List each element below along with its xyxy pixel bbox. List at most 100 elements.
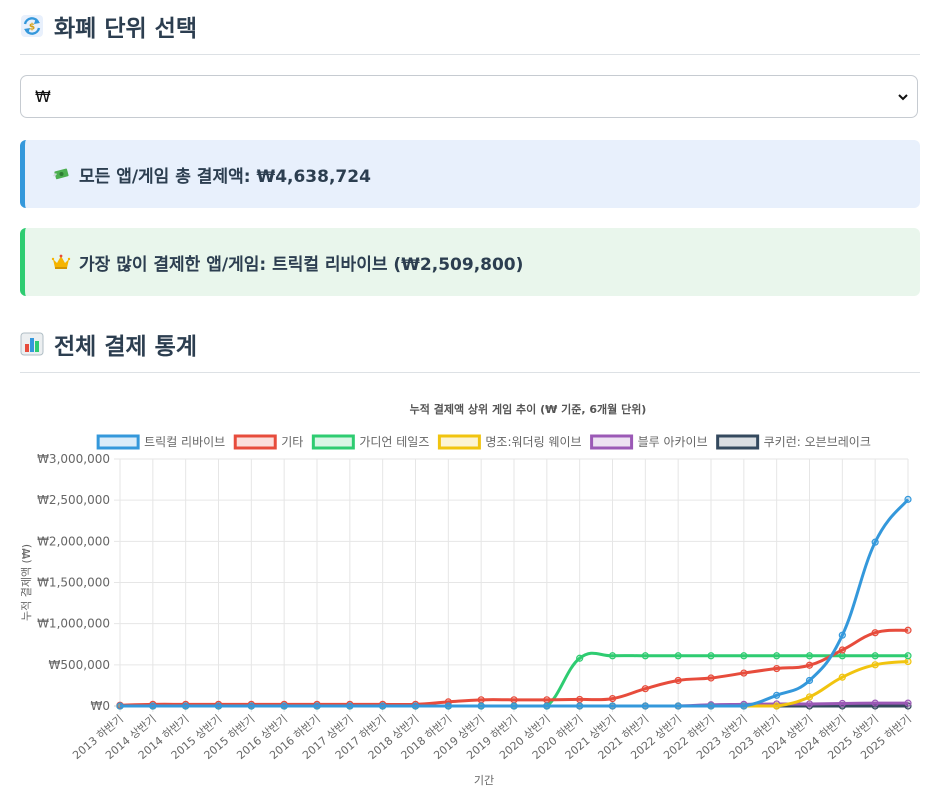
legend-label: 가디언 테일즈 (359, 435, 429, 449)
data-point (904, 626, 912, 634)
total-payment-text: 모든 앱/게임 총 결제액: ₩4,638,724 (79, 166, 371, 187)
data-point (576, 702, 584, 710)
data-point (280, 702, 288, 710)
data-point (214, 702, 223, 710)
data-point (773, 652, 781, 660)
data-point (116, 702, 124, 710)
data-point (477, 702, 485, 710)
money-wings-icon (53, 168, 69, 180)
data-point (641, 702, 649, 710)
data-point (904, 699, 912, 707)
data-point (707, 652, 715, 660)
data-point (674, 652, 682, 660)
data-point (838, 646, 846, 654)
data-point (904, 495, 912, 503)
y-tick-label: ₩500,000 (49, 658, 111, 672)
data-point (838, 699, 846, 708)
top-app-text: 가장 많이 결제한 앱/게임: 트릭컬 리바이브 (₩2,509,800) (79, 254, 524, 275)
chevron-down-icon (898, 93, 908, 100)
data-point (740, 702, 748, 710)
data-point (641, 652, 649, 660)
crown-icon (51, 254, 71, 269)
currency-exchange-icon: $ (21, 15, 43, 37)
data-point (576, 695, 584, 704)
legend-label: 기타 (281, 435, 303, 449)
data-point (477, 696, 485, 704)
data-point (904, 657, 912, 666)
data-point (707, 702, 715, 710)
data-point (641, 685, 649, 693)
data-point (805, 676, 814, 685)
data-point (543, 696, 551, 704)
data-point (149, 702, 157, 710)
data-point (871, 699, 879, 707)
y-axis-title: 누적 결제액 (₩) (20, 544, 33, 621)
stats-section-title-text: 전체 결제 통계 (54, 334, 197, 360)
data-point (838, 631, 846, 639)
data-point (182, 702, 190, 710)
x-axis-title: 기간 (474, 774, 494, 787)
data-point (838, 673, 846, 681)
data-point (379, 702, 387, 710)
data-point (871, 652, 879, 660)
data-point (510, 696, 518, 704)
data-point (805, 661, 814, 669)
data-point (608, 652, 617, 660)
legend-swatch (590, 434, 634, 450)
data-point (608, 702, 617, 710)
y-tick-label: ₩3,000,000 (37, 452, 110, 466)
legend-label: 쿠키런: 오븐브레이크 (764, 435, 871, 449)
top-app-box: 가장 많이 결제한 앱/게임: 트릭컬 리바이브 (₩2,509,800) (20, 228, 920, 296)
data-point (313, 702, 321, 710)
data-point (871, 538, 879, 546)
data-point (247, 702, 255, 710)
data-point (805, 652, 814, 660)
legend-swatch (437, 434, 481, 450)
y-tick-label: ₩2,500,000 (37, 493, 110, 507)
data-point (510, 702, 518, 710)
legend-swatch (233, 434, 277, 450)
data-point (871, 629, 879, 637)
svg-text:$: $ (29, 23, 35, 33)
data-point (773, 691, 781, 699)
currency-select[interactable]: ₩ (20, 75, 918, 118)
data-point (674, 676, 682, 685)
y-tick-label: ₩1,500,000 (37, 576, 110, 590)
legend-label: 트릭컬 리바이브 (144, 435, 225, 449)
legend-swatch (96, 434, 140, 450)
y-tick-label: ₩1,000,000 (37, 617, 110, 631)
total-payment-box: 모든 앱/게임 총 결제액: ₩4,638,724 (20, 140, 920, 208)
legend-label: 명조:워더링 웨이브 (485, 435, 581, 449)
data-point (740, 669, 748, 677)
y-tick-label: ₩0 (91, 699, 111, 713)
data-point (838, 652, 846, 660)
data-point (543, 702, 551, 710)
currency-select-value: ₩ (35, 87, 51, 106)
data-point (608, 694, 617, 703)
data-point (773, 664, 781, 673)
data-point (707, 674, 715, 682)
data-point (904, 652, 912, 660)
data-point (346, 702, 354, 710)
cumulative-payment-line-chart: 누적 결제액 상위 게임 추이 (₩ 기준, 6개월 단위) 트릭컬 리바이브 기타… (20, 402, 914, 787)
currency-section-title: $ 화폐 단위 선택 (20, 9, 920, 43)
y-tick-label: ₩2,000,000 (37, 534, 110, 548)
divider (20, 54, 920, 55)
data-point (740, 652, 748, 660)
data-point (576, 654, 584, 662)
data-point (805, 700, 814, 708)
data-point (444, 702, 452, 710)
data-point (411, 702, 420, 710)
data-point (805, 693, 814, 701)
data-point (674, 702, 682, 710)
legend-label: 블루 아카이브 (638, 435, 708, 449)
stats-section-title: 전체 결제 통계 (20, 327, 920, 361)
bar-chart-icon (20, 332, 44, 356)
divider (20, 372, 920, 373)
legend-swatch (716, 434, 760, 450)
currency-section-title-text: 화폐 단위 선택 (54, 16, 197, 42)
chart-title: 누적 결제액 상위 게임 추이 (₩ 기준, 6개월 단위) (410, 402, 647, 416)
data-point (773, 702, 781, 710)
data-point (871, 661, 879, 669)
legend-swatch (311, 434, 355, 450)
